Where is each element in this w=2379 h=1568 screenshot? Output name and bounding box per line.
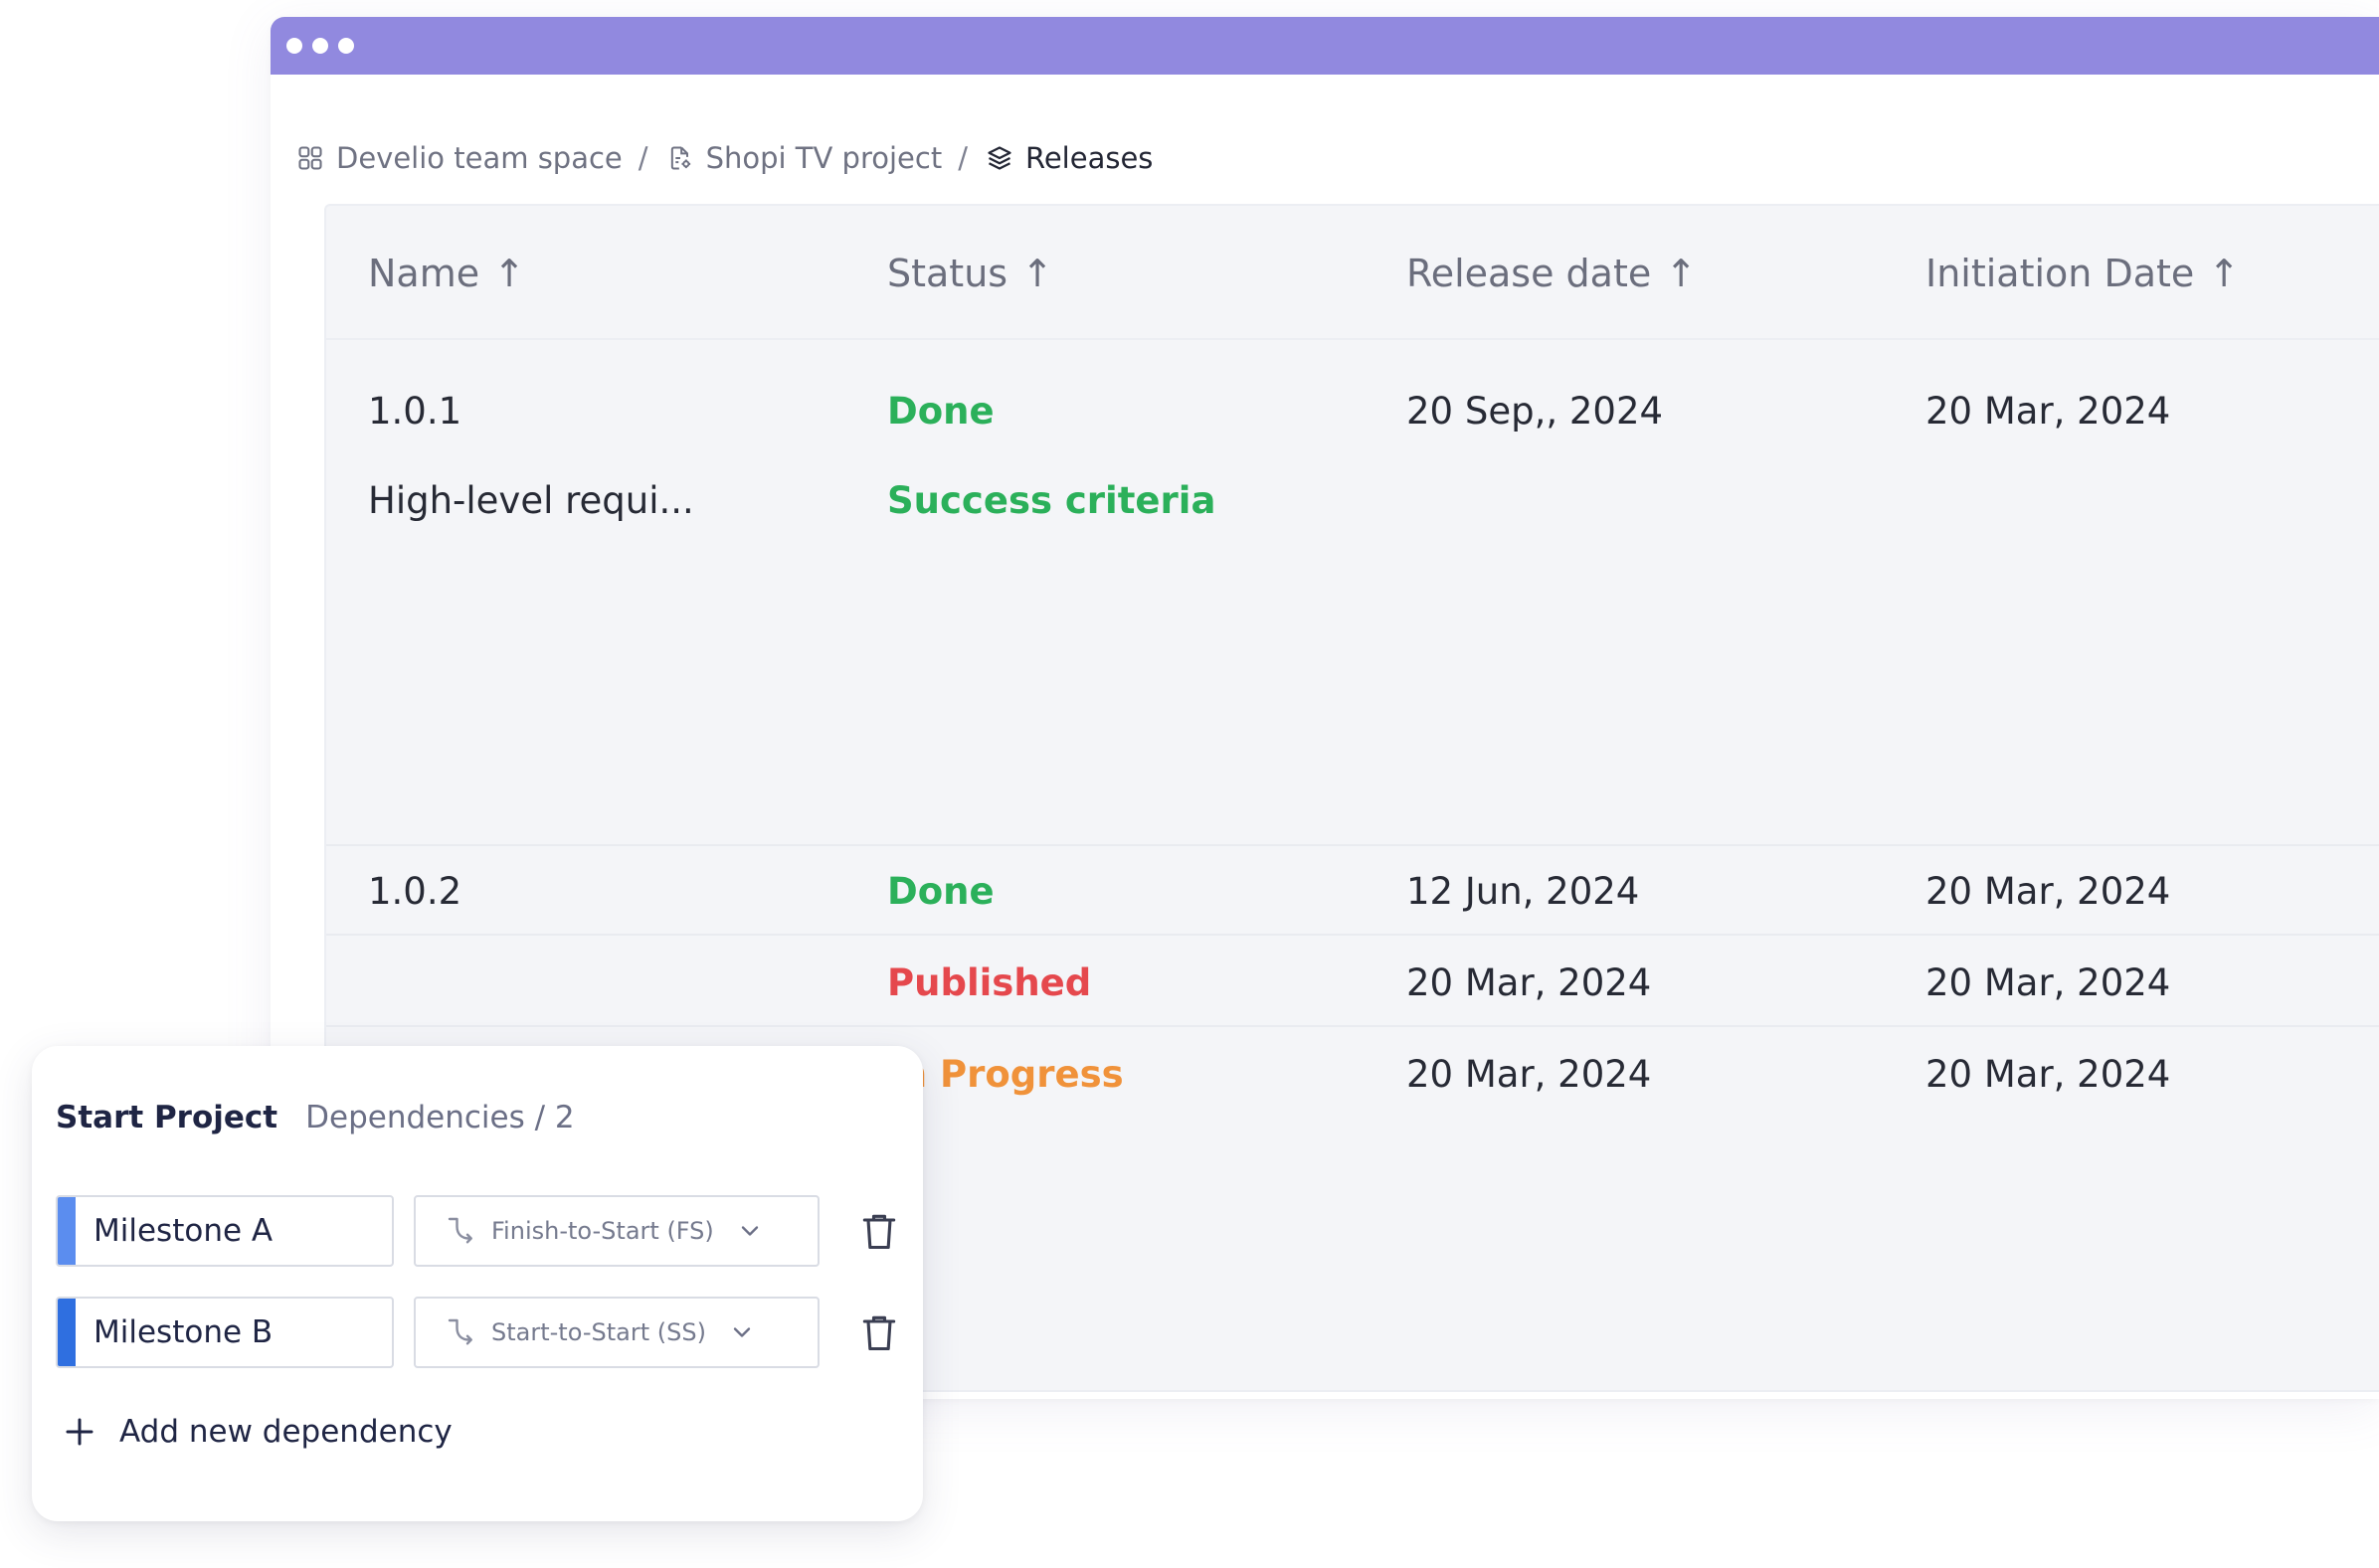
column-header-label: Initiation Date <box>1925 251 2195 295</box>
window-dot[interactable] <box>312 38 328 54</box>
breadcrumb-project-label: Shopi TV project <box>705 141 943 175</box>
breadcrumb: Develio team space / Shopi TV project / … <box>296 136 1153 180</box>
column-header-release-date[interactable]: Release date ↑ <box>1406 206 1697 340</box>
breadcrumb-separator: / <box>958 141 968 175</box>
column-header-initiation-date[interactable]: Initiation Date ↑ <box>1925 206 2240 340</box>
dependency-type-select[interactable]: Start-to-Start (SS) <box>414 1297 820 1368</box>
layers-icon <box>988 146 1011 170</box>
sort-arrow-icon[interactable]: ↑ <box>1665 252 1697 295</box>
table-row[interactable]: 1.0.2 Done 12 Jun, 2024 20 Mar, 2024 <box>326 846 2379 936</box>
table-row[interactable]: Published 20 Mar, 2024 20 Mar, 2024 <box>326 936 2379 1027</box>
row-release-date: 12 Jun, 2024 <box>1406 870 1640 913</box>
table-row[interactable]: 1.0.1 Done 20 Sep,, 2024 20 Mar, 2024 Hi… <box>326 340 2379 846</box>
row-initiation-date: 20 Mar, 2024 <box>1925 1053 2171 1096</box>
dependencies-popover: Start Project Dependencies / 2 Milestone… <box>32 1046 923 1521</box>
breadcrumb-space[interactable]: Develio team space <box>296 141 623 175</box>
window-dot[interactable] <box>338 38 354 54</box>
breadcrumb-space-label: Develio team space <box>336 141 623 175</box>
plus-icon <box>66 1418 93 1446</box>
breadcrumb-separator: / <box>638 141 648 175</box>
breadcrumb-current-label: Releases <box>1024 141 1154 175</box>
row-initiation-date: 20 Mar, 2024 <box>1925 961 2171 1004</box>
sub-item-name[interactable]: High-level requi... <box>368 479 694 522</box>
row-name: 1.0.2 <box>368 870 462 913</box>
dependency-link-icon <box>448 1318 472 1345</box>
row-release-date: 20 Sep,, 2024 <box>1406 390 1664 433</box>
add-dependency-button[interactable]: Add new dependency <box>62 1414 453 1450</box>
chevron-down-icon <box>741 1226 758 1236</box>
sub-item-status: Success criteria <box>887 479 1216 522</box>
popover-title: Start Project <box>56 1100 278 1135</box>
dependency-row: Milestone B Start-to-Start (SS) <box>56 1297 911 1368</box>
dependency-milestone-field[interactable]: Milestone A <box>56 1195 394 1267</box>
chevron-down-icon <box>733 1327 751 1337</box>
dependency-type-label: Start-to-Start (SS) <box>491 1318 706 1346</box>
status-badge: Published <box>887 961 1092 1004</box>
popover-subtitle: Dependencies / 2 <box>305 1100 575 1135</box>
window-titlebar <box>271 17 2379 75</box>
breadcrumb-current[interactable]: Releases <box>986 141 1153 175</box>
status-badge: Done <box>887 870 995 913</box>
sort-arrow-icon[interactable]: ↑ <box>493 252 525 295</box>
dependency-type-select[interactable]: Finish-to-Start (FS) <box>414 1195 820 1267</box>
dependency-type-label: Finish-to-Start (FS) <box>491 1217 714 1245</box>
column-header-status[interactable]: Status ↑ <box>887 206 1053 340</box>
column-header-label: Status <box>887 251 1008 295</box>
breadcrumb-project[interactable]: Shopi TV project <box>666 141 943 175</box>
trash-icon[interactable] <box>857 1209 901 1253</box>
sort-arrow-icon[interactable]: ↑ <box>2208 252 2240 295</box>
document-settings-icon <box>670 146 690 170</box>
sort-arrow-icon[interactable]: ↑ <box>1021 252 1053 295</box>
column-header-label: Release date <box>1406 251 1652 295</box>
row-initiation-date: 20 Mar, 2024 <box>1925 870 2171 913</box>
table-header: Name ↑ Status ↑ Release date ↑ Initiatio… <box>326 206 2379 340</box>
milestone-color-bar <box>58 1197 76 1265</box>
row-initiation-date: 20 Mar, 2024 <box>1925 390 2171 433</box>
milestone-color-bar <box>58 1299 76 1366</box>
column-header-name[interactable]: Name ↑ <box>368 206 525 340</box>
row-name: 1.0.1 <box>368 390 462 433</box>
dependency-row: Milestone A Finish-to-Start (FS) <box>56 1195 911 1267</box>
add-dependency-label: Add new dependency <box>119 1414 453 1450</box>
milestone-name: Milestone B <box>93 1314 274 1350</box>
dependency-milestone-field[interactable]: Milestone B <box>56 1297 394 1368</box>
dependency-link-icon <box>448 1217 472 1244</box>
row-release-date: 20 Mar, 2024 <box>1406 961 1652 1004</box>
grid-icon <box>298 146 322 170</box>
status-badge: Done <box>887 390 995 433</box>
column-header-label: Name <box>368 251 480 295</box>
popover-header: Start Project Dependencies / 2 <box>56 1100 575 1135</box>
window-dot[interactable] <box>286 38 302 54</box>
trash-icon[interactable] <box>857 1310 901 1354</box>
milestone-name: Milestone A <box>93 1213 274 1249</box>
row-release-date: 20 Mar, 2024 <box>1406 1053 1652 1096</box>
